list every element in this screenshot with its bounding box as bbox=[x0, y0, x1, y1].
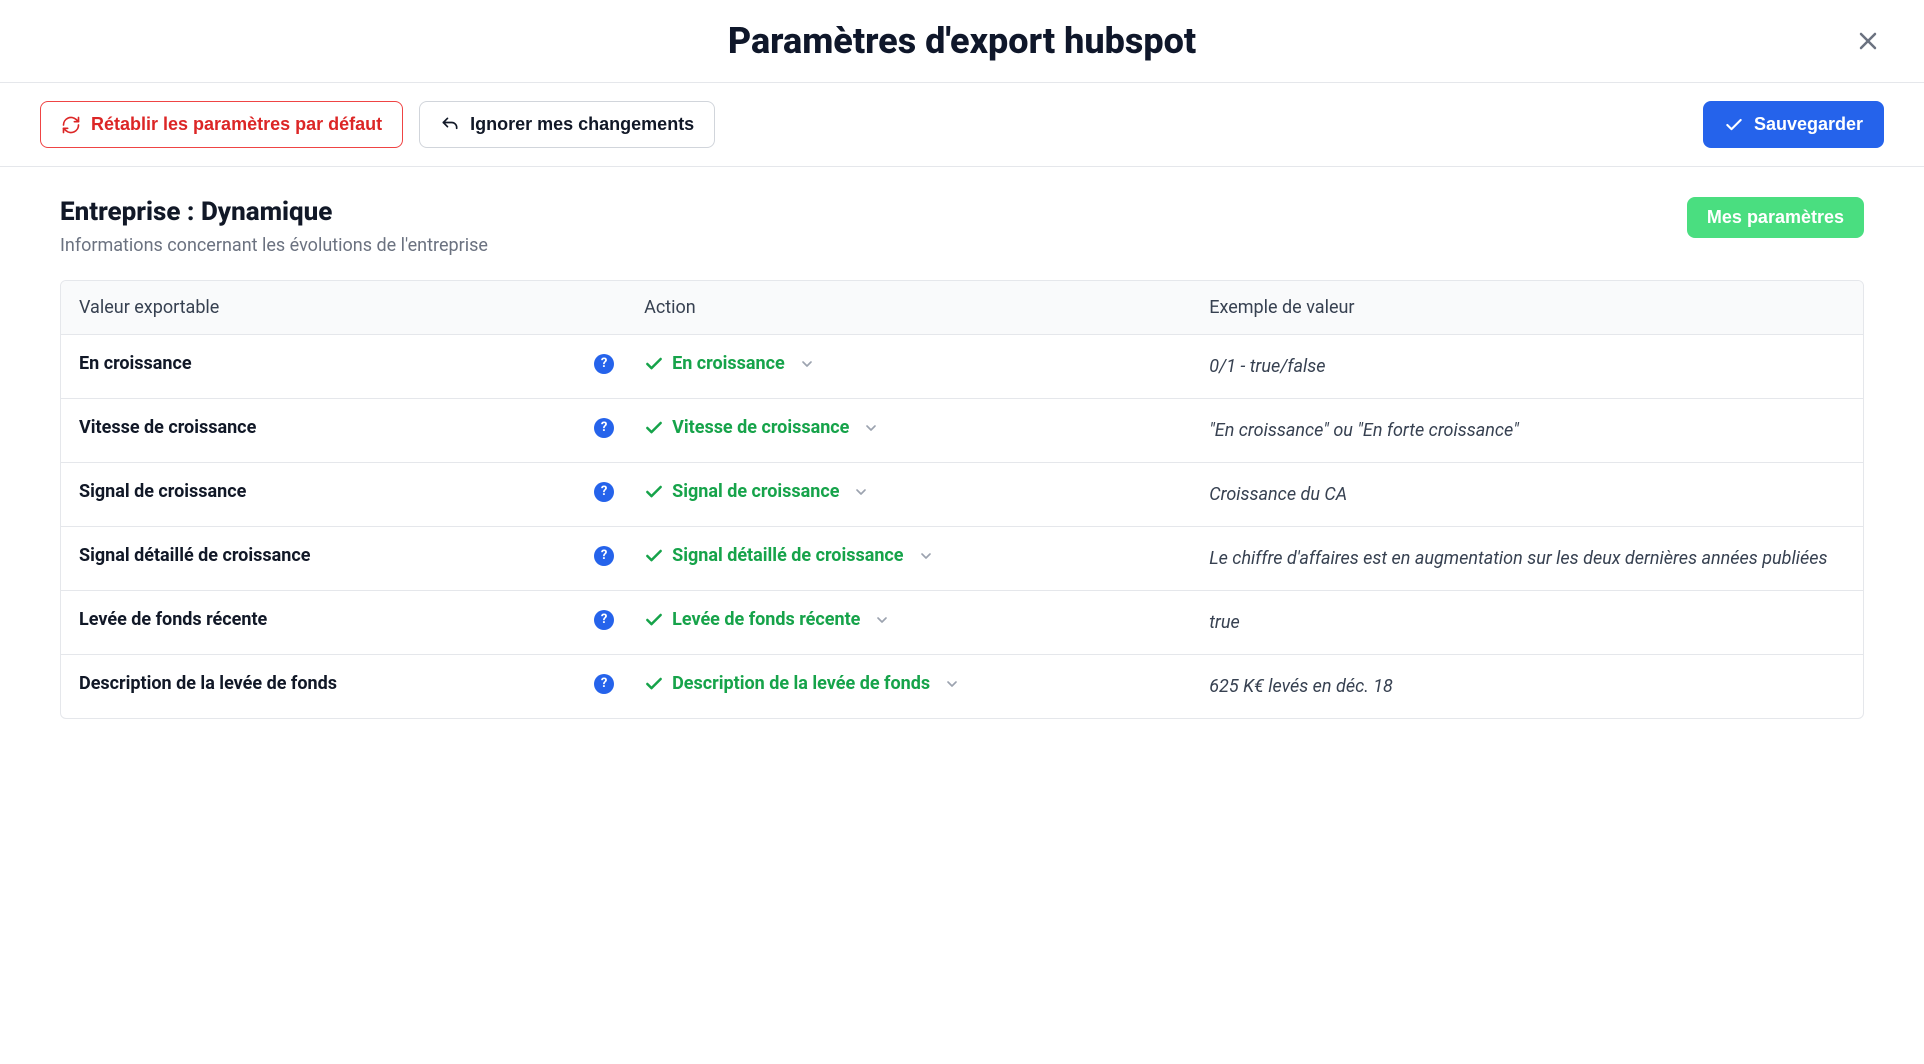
action-dropdown[interactable]: Description de la levée de fonds bbox=[644, 673, 960, 694]
export-table: Valeur exportable Action Exemple de vale… bbox=[60, 280, 1864, 719]
row-name: Signal de croissance bbox=[79, 481, 246, 502]
close-button[interactable] bbox=[1852, 25, 1884, 57]
header-name: Valeur exportable bbox=[79, 297, 644, 318]
action-dropdown[interactable]: En croissance bbox=[644, 353, 815, 374]
help-icon[interactable]: ? bbox=[594, 674, 614, 694]
modal-header: Paramètres d'export hubspot bbox=[0, 0, 1924, 83]
chevron-down-icon bbox=[874, 612, 890, 628]
check-icon bbox=[1724, 115, 1744, 135]
reset-defaults-label: Rétablir les paramètres par défaut bbox=[91, 114, 382, 135]
check-icon bbox=[644, 354, 664, 374]
help-icon[interactable]: ? bbox=[594, 418, 614, 438]
table-row: Signal détaillé de croissance ? Signal d… bbox=[61, 527, 1863, 591]
check-icon bbox=[644, 418, 664, 438]
row-name: Description de la levée de fonds bbox=[79, 673, 337, 694]
row-name: Vitesse de croissance bbox=[79, 417, 256, 438]
check-icon bbox=[644, 546, 664, 566]
example-value: true bbox=[1209, 609, 1240, 636]
toolbar: Rétablir les paramètres par défaut Ignor… bbox=[0, 83, 1924, 167]
action-dropdown[interactable]: Levée de fonds récente bbox=[644, 609, 890, 630]
example-value: 625 K€ levés en déc. 18 bbox=[1209, 673, 1393, 700]
section-title: Entreprise : Dynamique bbox=[60, 197, 488, 227]
example-value: 0/1 - true/false bbox=[1209, 353, 1325, 380]
example-value: "En croissance" ou "En forte croissance" bbox=[1209, 417, 1519, 444]
check-icon bbox=[644, 482, 664, 502]
section-header: Entreprise : Dynamique Informations conc… bbox=[60, 197, 1864, 256]
check-icon bbox=[644, 674, 664, 694]
chevron-down-icon bbox=[863, 420, 879, 436]
action-label-text: Description de la levée de fonds bbox=[672, 673, 930, 694]
chevron-down-icon bbox=[944, 676, 960, 692]
save-label: Sauvegarder bbox=[1754, 114, 1863, 135]
header-example: Exemple de valeur bbox=[1209, 297, 1845, 318]
table-header: Valeur exportable Action Exemple de vale… bbox=[61, 281, 1863, 335]
table-row: En croissance ? En croissance 0/1 - true… bbox=[61, 335, 1863, 399]
chevron-down-icon bbox=[918, 548, 934, 564]
check-icon bbox=[644, 610, 664, 630]
ignore-changes-button[interactable]: Ignorer mes changements bbox=[419, 101, 715, 148]
my-params-label: Mes paramètres bbox=[1707, 207, 1844, 227]
my-params-button[interactable]: Mes paramètres bbox=[1687, 197, 1864, 238]
refresh-icon bbox=[61, 115, 81, 135]
modal-title: Paramètres d'export hubspot bbox=[728, 20, 1196, 62]
header-action: Action bbox=[644, 297, 1209, 318]
action-label-text: Vitesse de croissance bbox=[672, 417, 849, 438]
action-dropdown[interactable]: Vitesse de croissance bbox=[644, 417, 879, 438]
row-name: Levée de fonds récente bbox=[79, 609, 267, 630]
action-dropdown[interactable]: Signal détaillé de croissance bbox=[644, 545, 933, 566]
action-label-text: Signal détaillé de croissance bbox=[672, 545, 903, 566]
action-label-text: Signal de croissance bbox=[672, 481, 839, 502]
table-row: Signal de croissance ? Signal de croissa… bbox=[61, 463, 1863, 527]
reset-defaults-button[interactable]: Rétablir les paramètres par défaut bbox=[40, 101, 403, 148]
example-value: Le chiffre d'affaires est en augmentatio… bbox=[1209, 545, 1827, 572]
close-icon bbox=[1856, 29, 1880, 53]
row-name: Signal détaillé de croissance bbox=[79, 545, 310, 566]
table-row: Vitesse de croissance ? Vitesse de crois… bbox=[61, 399, 1863, 463]
action-label-text: En croissance bbox=[672, 353, 785, 374]
section-subtitle: Informations concernant les évolutions d… bbox=[60, 235, 488, 256]
help-icon[interactable]: ? bbox=[594, 354, 614, 374]
example-value: Croissance du CA bbox=[1209, 481, 1347, 508]
chevron-down-icon bbox=[853, 484, 869, 500]
chevron-down-icon bbox=[799, 356, 815, 372]
help-icon[interactable]: ? bbox=[594, 610, 614, 630]
undo-icon bbox=[440, 115, 460, 135]
help-icon[interactable]: ? bbox=[594, 546, 614, 566]
content-area: Entreprise : Dynamique Informations conc… bbox=[0, 167, 1924, 749]
ignore-changes-label: Ignorer mes changements bbox=[470, 114, 694, 135]
action-dropdown[interactable]: Signal de croissance bbox=[644, 481, 869, 502]
row-name: En croissance bbox=[79, 353, 192, 374]
table-row: Description de la levée de fonds ? Descr… bbox=[61, 655, 1863, 718]
help-icon[interactable]: ? bbox=[594, 482, 614, 502]
table-row: Levée de fonds récente ? Levée de fonds … bbox=[61, 591, 1863, 655]
action-label-text: Levée de fonds récente bbox=[672, 609, 860, 630]
save-button[interactable]: Sauvegarder bbox=[1703, 101, 1884, 148]
